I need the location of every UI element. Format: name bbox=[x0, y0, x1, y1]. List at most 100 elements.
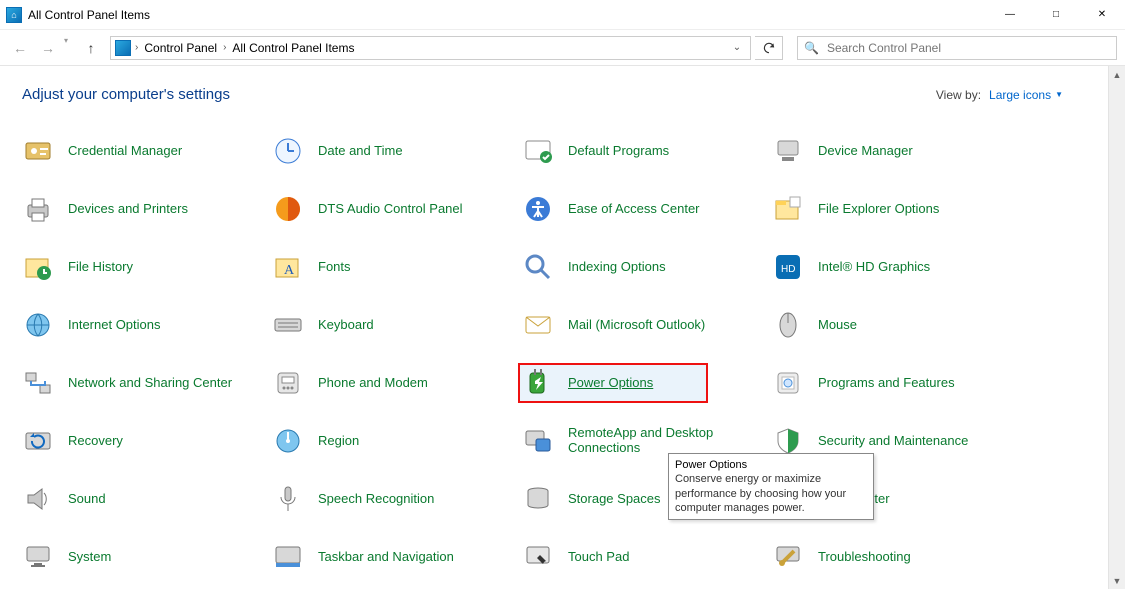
item-link[interactable]: File Explorer Options bbox=[818, 202, 939, 217]
item-link[interactable]: Troubleshooting bbox=[818, 550, 911, 565]
navbar: ← → ▾ ↑ › Control Panel › All Control Pa… bbox=[0, 30, 1125, 66]
storage-icon bbox=[522, 483, 554, 515]
control-panel-item[interactable]: Devices and Printers bbox=[22, 189, 272, 229]
address-dropdown-icon[interactable]: ⌄ bbox=[728, 42, 746, 53]
scroll-down-icon[interactable]: ▼ bbox=[1109, 572, 1125, 589]
control-panel-item[interactable]: Programs and Features bbox=[772, 363, 1022, 403]
item-link[interactable]: Ease of Access Center bbox=[568, 202, 700, 217]
ease-icon bbox=[522, 193, 554, 225]
item-link[interactable]: Taskbar and Navigation bbox=[318, 550, 454, 565]
control-panel-item[interactable]: Touch Pad bbox=[522, 537, 772, 577]
item-link[interactable]: Fonts bbox=[318, 260, 351, 275]
control-panel-item[interactable]: File Explorer Options bbox=[772, 189, 1022, 229]
control-panel-item[interactable]: File History bbox=[22, 247, 272, 287]
item-link[interactable]: Power Options bbox=[568, 376, 653, 391]
item-link[interactable]: Devices and Printers bbox=[68, 202, 188, 217]
search-input[interactable] bbox=[825, 40, 1110, 56]
control-panel-item[interactable]: Mouse bbox=[772, 305, 1022, 345]
minimize-button[interactable]: — bbox=[987, 0, 1033, 30]
item-link[interactable]: System bbox=[68, 550, 111, 565]
intel-icon: HD bbox=[772, 251, 804, 283]
breadcrumb[interactable]: Control Panel bbox=[142, 41, 219, 55]
control-panel-item[interactable]: Credential Manager bbox=[22, 131, 272, 171]
item-link[interactable]: Intel® HD Graphics bbox=[818, 260, 930, 275]
up-button[interactable]: ↑ bbox=[80, 37, 102, 59]
item-link[interactable]: Indexing Options bbox=[568, 260, 666, 275]
scroll-up-icon[interactable]: ▲ bbox=[1109, 66, 1125, 83]
region-icon bbox=[272, 425, 304, 457]
item-link[interactable]: Speech Recognition bbox=[318, 492, 434, 507]
control-panel-item[interactable]: Date and Time bbox=[272, 131, 522, 171]
view-by-label: View by: bbox=[936, 88, 981, 102]
search-box[interactable]: 🔍 bbox=[797, 36, 1117, 60]
item-link[interactable]: Programs and Features bbox=[818, 376, 955, 391]
control-panel-item[interactable]: Taskbar and Navigation bbox=[272, 537, 522, 577]
control-panel-item[interactable]: Sound bbox=[22, 479, 272, 519]
view-by-control: View by: Large icons ▼ bbox=[936, 88, 1063, 102]
item-link[interactable]: File History bbox=[68, 260, 133, 275]
control-panel-item[interactable]: Recovery bbox=[22, 421, 272, 461]
item-link[interactable]: DTS Audio Control Panel bbox=[318, 202, 463, 217]
scrollbar[interactable]: ▲ ▼ bbox=[1108, 66, 1125, 589]
control-panel-item[interactable]: Speech Recognition bbox=[272, 479, 522, 519]
control-panel-item[interactable]: Default Programs bbox=[522, 131, 772, 171]
forward-button[interactable]: → bbox=[36, 36, 60, 60]
control-panel-item[interactable]: Mail (Microsoft Outlook) bbox=[522, 305, 772, 345]
item-link[interactable]: Phone and Modem bbox=[318, 376, 428, 391]
tooltip: Power Options Conserve energy or maximiz… bbox=[668, 453, 874, 520]
remoteapp-icon bbox=[522, 425, 554, 457]
indexing-icon bbox=[522, 251, 554, 283]
control-panel-item[interactable]: Phone and Modem bbox=[272, 363, 522, 403]
item-link[interactable]: RemoteApp and Desktop Connections bbox=[568, 426, 748, 456]
control-panel-icon: ⌂ bbox=[6, 7, 22, 23]
control-panel-item[interactable]: Region bbox=[272, 421, 522, 461]
datetime-icon bbox=[272, 135, 304, 167]
back-button[interactable]: ← bbox=[8, 36, 32, 60]
item-link[interactable]: Mail (Microsoft Outlook) bbox=[568, 318, 705, 333]
item-link[interactable]: Internet Options bbox=[68, 318, 161, 333]
dts-icon bbox=[272, 193, 304, 225]
item-link[interactable]: Region bbox=[318, 434, 359, 449]
touchpad-icon bbox=[522, 541, 554, 573]
breadcrumb[interactable]: All Control Panel Items bbox=[230, 41, 356, 55]
control-panel-item[interactable]: AFonts bbox=[272, 247, 522, 287]
item-link[interactable]: Touch Pad bbox=[568, 550, 629, 565]
item-link[interactable]: Default Programs bbox=[568, 144, 669, 159]
control-panel-item[interactable]: DTS Audio Control Panel bbox=[272, 189, 522, 229]
history-dropdown-icon[interactable]: ▾ bbox=[64, 36, 68, 60]
control-panel-item[interactable]: Keyboard bbox=[272, 305, 522, 345]
programs-icon bbox=[772, 367, 804, 399]
item-link[interactable]: Security and Maintenance bbox=[818, 434, 968, 449]
control-panel-item[interactable]: Network and Sharing Center bbox=[22, 363, 272, 403]
item-link[interactable]: Network and Sharing Center bbox=[68, 376, 232, 391]
credential-icon bbox=[22, 135, 54, 167]
address-bar[interactable]: › Control Panel › All Control Panel Item… bbox=[110, 36, 751, 60]
item-link[interactable]: Storage Spaces bbox=[568, 492, 661, 507]
control-panel-item[interactable]: Indexing Options bbox=[522, 247, 772, 287]
troubleshoot-icon bbox=[772, 541, 804, 573]
control-panel-item[interactable]: Power Options bbox=[518, 363, 708, 403]
control-panel-item[interactable]: Internet Options bbox=[22, 305, 272, 345]
item-link[interactable]: Mouse bbox=[818, 318, 857, 333]
control-panel-item[interactable]: Ease of Access Center bbox=[522, 189, 772, 229]
control-panel-item[interactable]: Device Manager bbox=[772, 131, 1022, 171]
item-link[interactable]: Recovery bbox=[68, 434, 123, 449]
control-panel-item[interactable]: HD Intel® HD Graphics bbox=[772, 247, 1022, 287]
view-by-dropdown[interactable]: Large icons ▼ bbox=[989, 88, 1063, 102]
address-icon bbox=[115, 40, 131, 56]
item-link[interactable]: Date and Time bbox=[318, 144, 403, 159]
maximize-button[interactable]: □ bbox=[1033, 0, 1079, 30]
control-panel-item[interactable]: Troubleshooting bbox=[772, 537, 1022, 577]
item-link[interactable]: Device Manager bbox=[818, 144, 913, 159]
item-link[interactable]: Keyboard bbox=[318, 318, 374, 333]
defaultprog-icon bbox=[522, 135, 554, 167]
refresh-button[interactable] bbox=[755, 36, 783, 60]
titlebar: ⌂ All Control Panel Items — □ ✕ bbox=[0, 0, 1125, 30]
control-panel-item[interactable]: System bbox=[22, 537, 272, 577]
item-link[interactable]: Credential Manager bbox=[68, 144, 182, 159]
speech-icon bbox=[272, 483, 304, 515]
item-link[interactable]: Sound bbox=[68, 492, 106, 507]
close-button[interactable]: ✕ bbox=[1079, 0, 1125, 30]
window-controls: — □ ✕ bbox=[987, 0, 1125, 30]
page-heading: Adjust your computer's settings bbox=[22, 86, 230, 103]
